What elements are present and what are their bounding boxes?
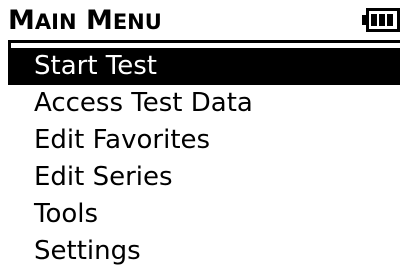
menu-item-edit-favorites[interactable]: Edit Favorites	[8, 122, 400, 159]
title-rest: ENU	[112, 10, 162, 34]
menu-item-label: Edit Favorites	[34, 125, 211, 155]
menu-item-edit-series[interactable]: Edit Series	[8, 159, 400, 196]
menu-item-access-test-data[interactable]: Access Test Data	[8, 85, 400, 122]
title-rest: AIN	[34, 10, 77, 34]
menu-item-label: Access Test Data	[34, 88, 253, 118]
title-initial: M	[85, 5, 113, 36]
menu-item-start-test[interactable]: Start Test	[8, 48, 400, 85]
battery-bar	[387, 14, 393, 26]
battery-icon	[362, 8, 400, 32]
header-divider	[8, 40, 400, 43]
menu-item-tools[interactable]: Tools	[8, 196, 400, 233]
header-bar: MAIN MENU	[0, 0, 400, 46]
battery-body	[366, 8, 400, 32]
battery-bar	[379, 14, 385, 26]
menu-item-label: Start Test	[34, 51, 157, 81]
page-title: MAIN MENU	[8, 4, 162, 39]
title-initial: M	[8, 5, 35, 36]
menu-item-label: Tools	[34, 199, 99, 229]
battery-bar	[371, 14, 377, 26]
menu-item-label: Edit Series	[34, 162, 173, 192]
menu-item-settings[interactable]: Settings	[8, 233, 400, 270]
device-screen: MAIN MENU Start Test Access Test Data Ed…	[0, 0, 400, 270]
main-menu: Start Test Access Test Data Edit Favorit…	[8, 48, 400, 270]
menu-item-label: Settings	[34, 236, 141, 266]
